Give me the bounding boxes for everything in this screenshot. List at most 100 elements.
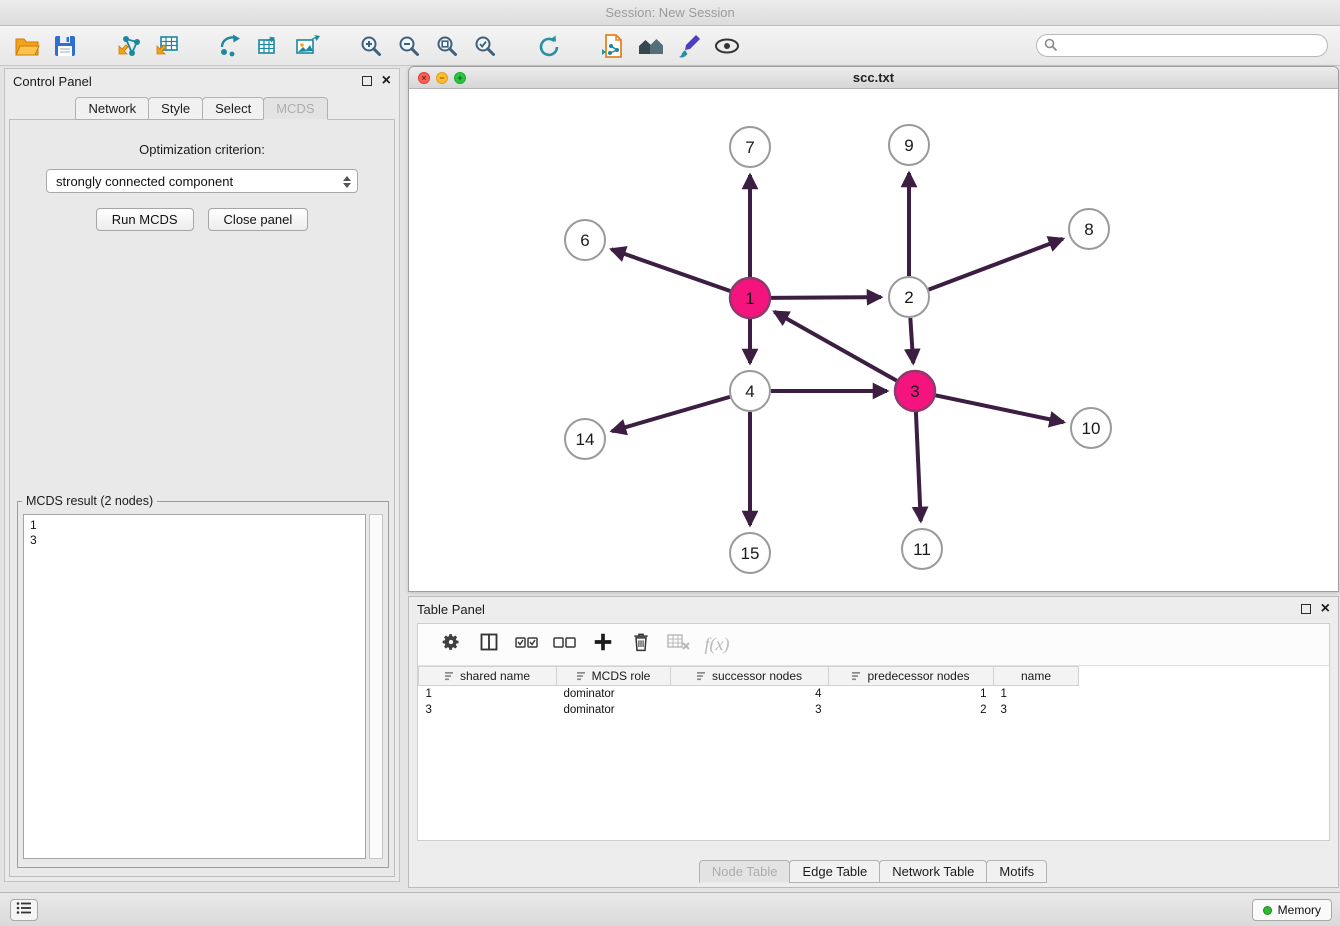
list-icon	[16, 901, 32, 920]
show-columns-button[interactable]	[472, 629, 506, 661]
close-panel-button[interactable]: Close panel	[208, 208, 309, 231]
network-canvas[interactable]: 7 9 6 8 1 2 4 3 14 10 15 11	[409, 89, 1338, 591]
cell-successor-nodes[interactable]: 3	[671, 702, 829, 718]
control-panel-title: Control Panel	[13, 74, 92, 89]
minimize-window-icon[interactable]: −	[436, 72, 448, 84]
graph-node-9[interactable]: 9	[889, 125, 929, 165]
table-row[interactable]: 3 dominator 3 2 3	[419, 702, 1079, 718]
column-header-name[interactable]: name	[994, 667, 1079, 686]
zoom-in-icon	[358, 33, 384, 59]
graph-edge-1-2[interactable]	[771, 297, 881, 298]
cell-shared-name[interactable]: 3	[419, 702, 557, 718]
import-table-button[interactable]	[148, 29, 186, 63]
table-panel-title: Table Panel	[417, 602, 485, 617]
refresh-view-button[interactable]	[530, 29, 568, 63]
deselect-all-button[interactable]	[548, 629, 582, 661]
maximize-window-icon[interactable]: +	[454, 72, 466, 84]
delete-column-button[interactable]	[624, 629, 658, 661]
run-mcds-button[interactable]: Run MCDS	[96, 208, 194, 231]
column-header-mcds-role[interactable]: MCDS role	[557, 667, 671, 686]
graph-node-10[interactable]: 10	[1071, 408, 1111, 448]
graph-node-4[interactable]: 4	[730, 371, 770, 411]
close-table-panel-icon[interactable]: ×	[1321, 604, 1330, 614]
dropdown-stepper-icon	[340, 173, 353, 190]
graph-edge-4-14[interactable]	[612, 397, 730, 431]
tab-style[interactable]: Style	[148, 97, 203, 120]
graph-edge-3-11[interactable]	[916, 412, 921, 521]
graph-node-label: 9	[904, 136, 913, 155]
optimization-criterion-dropdown[interactable]: strongly connected component	[46, 169, 358, 193]
network-window-titlebar[interactable]: × − + scc.txt	[409, 67, 1338, 89]
zoom-fit-button[interactable]	[428, 29, 466, 63]
network-document-icon	[600, 33, 626, 59]
graph-node-7[interactable]: 7	[730, 127, 770, 167]
zoom-in-button[interactable]	[352, 29, 390, 63]
cell-predecessor-nodes[interactable]: 1	[829, 686, 994, 702]
apply-style-button[interactable]	[670, 29, 708, 63]
select-all-button[interactable]	[510, 629, 544, 661]
show-details-button[interactable]	[708, 29, 746, 63]
tab-select[interactable]: Select	[202, 97, 264, 120]
memory-button[interactable]: Memory	[1252, 899, 1332, 921]
graph-node-3[interactable]: 3	[895, 371, 935, 411]
float-panel-icon[interactable]	[362, 76, 372, 86]
tab-network-table[interactable]: Network Table	[879, 860, 987, 883]
zoom-selected-button[interactable]	[466, 29, 504, 63]
cell-name[interactable]: 3	[994, 702, 1079, 718]
cell-successor-nodes[interactable]: 4	[671, 686, 829, 702]
export-network-button[interactable]	[212, 29, 250, 63]
graph-node-14[interactable]: 14	[565, 419, 605, 459]
export-image-icon	[294, 33, 320, 59]
application-window: Session: New Session	[0, 0, 1340, 926]
cell-mcds-role[interactable]: dominator	[557, 686, 671, 702]
cell-shared-name[interactable]: 1	[419, 686, 557, 702]
close-window-icon[interactable]: ×	[418, 72, 430, 84]
graph-node-2[interactable]: 2	[889, 277, 929, 317]
graph-edge-2-3[interactable]	[910, 318, 913, 363]
network-graph[interactable]: 7 9 6 8 1 2 4 3 14 10 15 11	[409, 89, 1338, 591]
graph-node-label: 10	[1082, 419, 1101, 438]
cell-predecessor-nodes[interactable]: 2	[829, 702, 994, 718]
tab-mcds[interactable]: MCDS	[263, 97, 327, 120]
graph-node-15[interactable]: 15	[730, 533, 770, 573]
close-panel-icon[interactable]: ×	[382, 76, 391, 86]
search-input[interactable]	[1036, 34, 1328, 57]
column-type-icon	[445, 671, 455, 681]
graph-node-6[interactable]: 6	[565, 220, 605, 260]
zoom-out-button[interactable]	[390, 29, 428, 63]
tab-node-table[interactable]: Node Table	[699, 860, 791, 883]
graph-node-label: 15	[741, 544, 760, 563]
graph-node-8[interactable]: 8	[1069, 209, 1109, 249]
graph-node-11[interactable]: 11	[902, 529, 942, 569]
add-column-button[interactable]	[586, 629, 620, 661]
export-network-icon	[218, 33, 244, 59]
import-network-button[interactable]	[110, 29, 148, 63]
apply-layout-button[interactable]	[632, 29, 670, 63]
cell-mcds-role[interactable]: dominator	[557, 702, 671, 718]
task-history-button[interactable]	[10, 899, 38, 921]
tab-motifs[interactable]: Motifs	[986, 860, 1047, 883]
float-table-panel-icon[interactable]	[1301, 604, 1311, 614]
graph-edge-1-6[interactable]	[611, 249, 730, 291]
graph-edge-2-8[interactable]	[929, 239, 1063, 290]
column-header-predecessor-nodes[interactable]: predecessor nodes	[829, 667, 994, 686]
column-header-successor-nodes[interactable]: successor nodes	[671, 667, 829, 686]
column-header-shared-name[interactable]: shared name	[419, 667, 557, 686]
export-table-button[interactable]	[250, 29, 288, 63]
tab-edge-table[interactable]: Edge Table	[789, 860, 880, 883]
export-image-button[interactable]	[288, 29, 326, 63]
graph-node-label: 3	[910, 382, 919, 401]
graph-edge-3-1[interactable]	[774, 312, 896, 381]
tab-network[interactable]: Network	[75, 97, 149, 120]
table-settings-button[interactable]	[434, 629, 468, 661]
table-row[interactable]: 1 dominator 4 1 1	[419, 686, 1079, 702]
control-panel-tabs: Network Style Select MCDS	[5, 97, 399, 120]
open-session-button[interactable]	[8, 29, 46, 63]
mcds-result-list[interactable]: 1 3	[23, 514, 366, 859]
save-session-button[interactable]	[46, 29, 84, 63]
graph-node-1[interactable]: 1	[730, 278, 770, 318]
network-file-button[interactable]	[594, 29, 632, 63]
result-scrollbar[interactable]	[369, 514, 383, 859]
cell-name[interactable]: 1	[994, 686, 1079, 702]
graph-edge-3-10[interactable]	[936, 395, 1064, 422]
